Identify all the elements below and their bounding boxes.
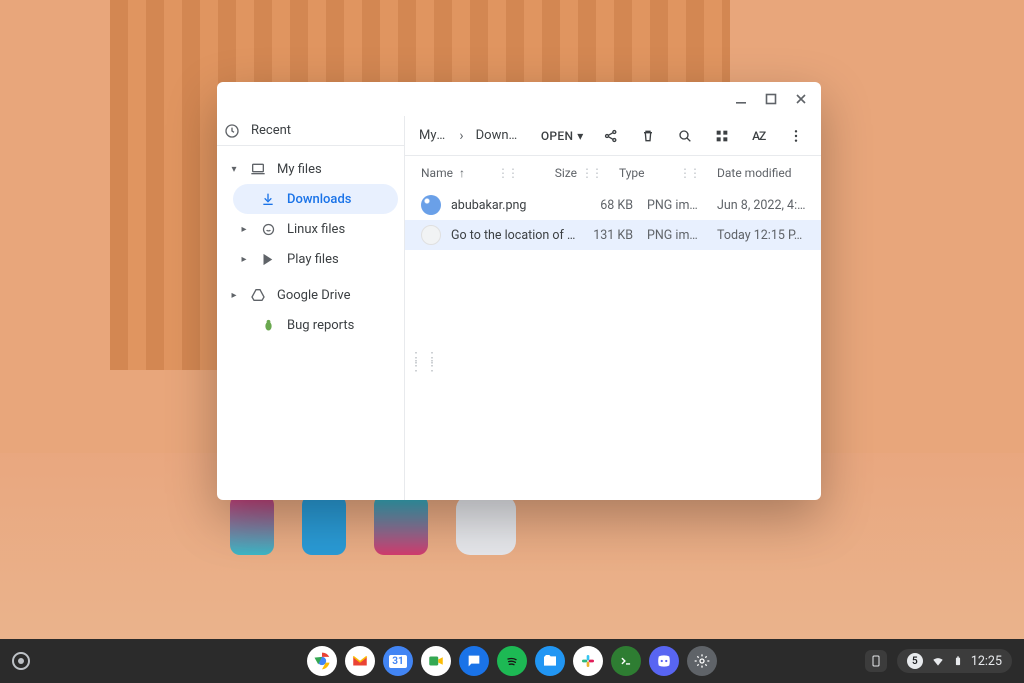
app-discord[interactable] (649, 646, 679, 676)
play-store-icon (259, 252, 277, 267)
window-minimize-button[interactable] (729, 87, 753, 111)
breadcrumb-downloads[interactable]: Downl… (472, 124, 523, 147)
app-settings[interactable] (687, 646, 717, 676)
sidebar-label: My files (277, 162, 322, 177)
window-titlebar (217, 82, 821, 116)
column-type[interactable]: Type (605, 166, 675, 180)
laptop-icon (249, 161, 267, 177)
file-date: Today 12:15 P… (703, 228, 811, 243)
sidebar-item-play-files[interactable]: ▸ Play files (233, 244, 398, 274)
linux-icon (259, 222, 277, 237)
column-date[interactable]: Date modified (703, 166, 811, 180)
sidebar-item-downloads[interactable]: Downloads (233, 184, 398, 214)
file-date: Jun 8, 2022, 4:… (703, 198, 811, 213)
sidebar-resize-handle[interactable]: ⋮⋮⋮⋮ (409, 354, 441, 370)
sort-ascending-icon: ↑ (459, 166, 465, 180)
file-type: PNG im… (633, 198, 703, 213)
sidebar-item-bug-reports[interactable]: Bug reports (233, 310, 398, 340)
breadcrumb-my-files[interactable]: My … (415, 124, 451, 147)
shelf: 31 5 12:25 (0, 639, 1024, 683)
file-thumbnail-icon (421, 195, 441, 215)
chevron-right-icon: ▸ (229, 290, 239, 301)
status-tray[interactable]: 5 12:25 (897, 649, 1012, 673)
column-size[interactable]: Size (521, 166, 577, 180)
sidebar-label: Recent (251, 123, 291, 138)
system-tray: 5 12:25 (865, 649, 1012, 673)
column-name[interactable]: Name (421, 166, 453, 180)
app-terminal[interactable] (611, 646, 641, 676)
files-app-window: Recent ▾ My files Downloads ▸ Linux file… (217, 82, 821, 500)
app-chrome[interactable] (307, 646, 337, 676)
shelf-apps: 31 (307, 646, 717, 676)
sidebar-item-linux-files[interactable]: ▸ Linux files (233, 214, 398, 244)
download-icon (259, 191, 277, 207)
bug-icon (259, 318, 277, 333)
app-messages[interactable] (459, 646, 489, 676)
share-button[interactable] (596, 120, 627, 152)
chevron-right-icon: › (457, 128, 465, 144)
sidebar-item-google-drive[interactable]: ▸ Google Drive (223, 280, 398, 310)
clock-icon (223, 123, 241, 139)
chevron-right-icon: ▸ (239, 254, 249, 265)
sidebar-label: Bug reports (287, 318, 354, 333)
sidebar-label: Google Drive (277, 288, 350, 303)
column-resize-handle[interactable]: ⋮⋮ (675, 166, 703, 180)
app-files[interactable] (535, 646, 565, 676)
caret-down-icon: ▾ (577, 129, 583, 143)
clock-time: 12:25 (971, 654, 1002, 669)
app-calendar[interactable]: 31 (383, 646, 413, 676)
sidebar: Recent ▾ My files Downloads ▸ Linux file… (217, 116, 405, 500)
main-panel: My … › Downl… OPEN▾ AZ Name ↑ ⋮⋮ Size (405, 116, 821, 500)
app-slack[interactable] (573, 646, 603, 676)
more-options-button[interactable] (780, 120, 811, 152)
column-headers: Name ↑ ⋮⋮ Size ⋮⋮ Type ⋮⋮ Date modified (405, 156, 821, 190)
battery-icon (953, 653, 963, 669)
launcher-button[interactable] (12, 652, 30, 670)
file-row[interactable]: Go to the location of the file you… 131 … (405, 220, 821, 250)
window-close-button[interactable] (789, 87, 813, 111)
column-resize-handle[interactable]: ⋮⋮ (577, 166, 605, 180)
open-button[interactable]: OPEN▾ (535, 125, 590, 147)
file-size: 68 KB (577, 198, 633, 213)
toolbar: My … › Downl… OPEN▾ AZ (405, 116, 821, 156)
drive-icon (249, 287, 267, 303)
app-meet[interactable] (421, 646, 451, 676)
app-spotify[interactable] (497, 646, 527, 676)
sidebar-label: Downloads (287, 192, 351, 207)
column-resize-handle[interactable]: ⋮⋮ (493, 166, 521, 180)
wifi-icon (931, 654, 945, 668)
notification-count-badge: 5 (907, 653, 923, 669)
file-row[interactable]: abubakar.png 68 KB PNG im… Jun 8, 2022, … (405, 190, 821, 220)
window-maximize-button[interactable] (759, 87, 783, 111)
file-list: abubakar.png 68 KB PNG im… Jun 8, 2022, … (405, 190, 821, 500)
phone-hub-button[interactable] (865, 650, 887, 672)
delete-button[interactable] (633, 120, 664, 152)
sort-button[interactable]: AZ (743, 120, 774, 152)
sidebar-label: Linux files (287, 222, 345, 237)
sidebar-item-my-files[interactable]: ▾ My files (223, 154, 398, 184)
file-type: PNG im… (633, 228, 703, 243)
sidebar-label: Play files (287, 252, 339, 267)
search-button[interactable] (669, 120, 700, 152)
chevron-down-icon: ▾ (229, 164, 239, 175)
grid-view-button[interactable] (706, 120, 737, 152)
file-name: abubakar.png (451, 198, 577, 213)
chevron-right-icon: ▸ (239, 224, 249, 235)
file-name: Go to the location of the file you… (451, 228, 577, 243)
app-gmail[interactable] (345, 646, 375, 676)
file-size: 131 KB (577, 228, 633, 243)
file-thumbnail-icon (421, 225, 441, 245)
sidebar-item-recent[interactable]: Recent (217, 116, 404, 146)
